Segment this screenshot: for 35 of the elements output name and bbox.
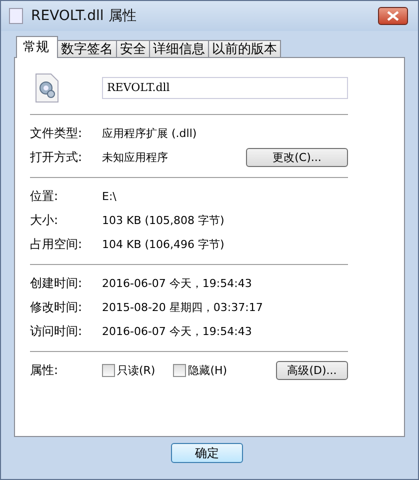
checkbox[interactable]	[173, 364, 186, 376]
field-label: 位置:	[30, 188, 60, 204]
tab[interactable]: 以前的版本	[208, 40, 281, 58]
field-value: 2015-08-20 星期四，03:37:17	[102, 300, 264, 314]
window-title: REVOLT.dll 属性	[31, 7, 138, 25]
close-button[interactable]	[378, 7, 408, 25]
field-value: 未知应用程序	[102, 150, 169, 164]
field-value: 2016-06-07 今天，19:54:43	[102, 276, 253, 290]
checkbox[interactable]	[102, 364, 115, 376]
checkbox-label: 隐藏(H)	[188, 362, 228, 378]
tab[interactable]: 数字签名	[57, 40, 117, 58]
field-label: 大小:	[30, 212, 60, 228]
field-value: 2016-06-07 今天，19:54:43	[102, 324, 253, 338]
field-label: 属性:	[30, 362, 60, 378]
name-field[interactable]: REVOLT.dll	[102, 77, 348, 99]
tab[interactable]: 常规	[16, 36, 58, 58]
gear-file-icon	[35, 73, 59, 103]
field-label: 访问时间:	[30, 322, 84, 340]
field-label: 修改时间:	[30, 298, 84, 316]
tab[interactable]: 安全	[116, 40, 150, 58]
field-label: 打开方式:	[30, 148, 84, 166]
field-label: 文件类型:	[30, 124, 84, 142]
dialog-button[interactable]: 确定	[171, 443, 243, 463]
field-value: 应用程序扩展 (.dll)	[102, 126, 198, 140]
tab[interactable]: 详细信息	[149, 40, 209, 58]
field-value: E:\	[102, 190, 118, 202]
field-label: 创建时间:	[30, 274, 84, 292]
checkbox-label: 只读(R)	[117, 362, 156, 378]
close-icon	[387, 11, 399, 21]
file-icon	[9, 8, 23, 24]
field-label: 占用空间:	[30, 236, 84, 252]
advanced-button[interactable]: 高级(D)...	[276, 360, 348, 380]
change-button[interactable]: 更改(C)...	[246, 148, 348, 166]
field-value: 104 KB (106,496 字节)	[102, 236, 226, 252]
field-value: 103 KB (105,808 字节)	[102, 212, 226, 228]
